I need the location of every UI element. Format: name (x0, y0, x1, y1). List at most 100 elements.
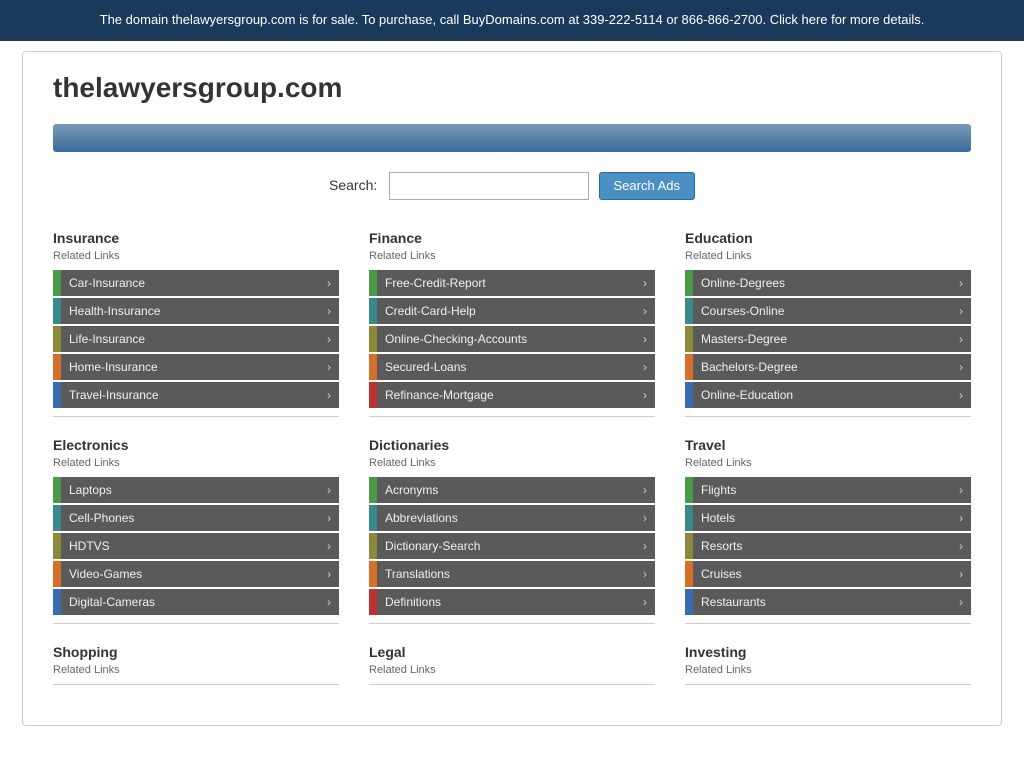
list-item[interactable]: Masters-Degree› (685, 326, 971, 352)
category-title-insurance: Insurance (53, 230, 339, 246)
link-arrow-icon: › (643, 567, 655, 581)
link-color-bar (53, 589, 61, 615)
category-title-legal: Legal (369, 644, 655, 660)
link-text: Courses-Online (693, 304, 959, 318)
link-color-bar (685, 270, 693, 296)
link-arrow-icon: › (327, 511, 339, 525)
list-item[interactable]: Cruises› (685, 561, 971, 587)
link-text: Restaurants (693, 595, 959, 609)
section-divider (53, 416, 339, 417)
related-links-label-investing: Related Links (685, 664, 971, 676)
category-section-travel: TravelRelated LinksFlights›Hotels›Resort… (685, 437, 971, 624)
list-item[interactable]: Abbreviations› (369, 505, 655, 531)
category-section-investing: InvestingRelated Links (685, 644, 971, 685)
link-color-bar (369, 270, 377, 296)
link-arrow-icon: › (643, 360, 655, 374)
link-color-bar (53, 477, 61, 503)
list-item[interactable]: Life-Insurance› (53, 326, 339, 352)
link-arrow-icon: › (327, 388, 339, 402)
section-divider (685, 684, 971, 685)
link-arrow-icon: › (327, 539, 339, 553)
list-item[interactable]: Restaurants› (685, 589, 971, 615)
related-links-label-finance: Related Links (369, 250, 655, 262)
list-item[interactable]: Dictionary-Search› (369, 533, 655, 559)
list-item[interactable]: Video-Games› (53, 561, 339, 587)
list-item[interactable]: Online-Education› (685, 382, 971, 408)
list-item[interactable]: Credit-Card-Help› (369, 298, 655, 324)
list-item[interactable]: Acronyms› (369, 477, 655, 503)
related-links-label-travel: Related Links (685, 457, 971, 469)
related-links-label-legal: Related Links (369, 664, 655, 676)
link-color-bar (369, 561, 377, 587)
section-divider (685, 416, 971, 417)
list-item[interactable]: Resorts› (685, 533, 971, 559)
link-text: Car-Insurance (61, 276, 327, 290)
category-title-shopping: Shopping (53, 644, 339, 660)
list-item[interactable]: Hotels› (685, 505, 971, 531)
category-title-finance: Finance (369, 230, 655, 246)
search-area: Search: Search Ads (53, 172, 971, 200)
link-color-bar (369, 533, 377, 559)
link-arrow-icon: › (327, 276, 339, 290)
link-arrow-icon: › (959, 332, 971, 346)
link-list-education: Online-Degrees›Courses-Online›Masters-De… (685, 270, 971, 408)
list-item[interactable]: Online-Checking-Accounts› (369, 326, 655, 352)
search-label: Search: (329, 177, 377, 193)
section-divider (369, 684, 655, 685)
link-arrow-icon: › (643, 483, 655, 497)
list-item[interactable]: Flights› (685, 477, 971, 503)
link-text: Online-Education (693, 388, 959, 402)
list-item[interactable]: Digital-Cameras› (53, 589, 339, 615)
list-item[interactable]: Refinance-Mortgage› (369, 382, 655, 408)
link-color-bar (53, 561, 61, 587)
link-arrow-icon: › (327, 567, 339, 581)
list-item[interactable]: Bachelors-Degree› (685, 354, 971, 380)
list-item[interactable]: Cell-Phones› (53, 505, 339, 531)
link-arrow-icon: › (959, 539, 971, 553)
link-color-bar (685, 382, 693, 408)
list-item[interactable]: Health-Insurance› (53, 298, 339, 324)
link-color-bar (369, 589, 377, 615)
list-item[interactable]: Online-Degrees› (685, 270, 971, 296)
link-text: Life-Insurance (61, 332, 327, 346)
link-text: Online-Checking-Accounts (377, 332, 643, 346)
link-color-bar (685, 326, 693, 352)
list-item[interactable]: Free-Credit-Report› (369, 270, 655, 296)
link-text: Laptops (61, 483, 327, 497)
link-color-bar (369, 354, 377, 380)
main-container: thelawyersgroup.com Search: Search Ads I… (22, 51, 1002, 726)
link-list-insurance: Car-Insurance›Health-Insurance›Life-Insu… (53, 270, 339, 408)
link-text: Acronyms (377, 483, 643, 497)
link-text: Masters-Degree (693, 332, 959, 346)
list-item[interactable]: Translations› (369, 561, 655, 587)
list-item[interactable]: Definitions› (369, 589, 655, 615)
section-divider (53, 684, 339, 685)
link-arrow-icon: › (643, 304, 655, 318)
link-color-bar (369, 298, 377, 324)
link-color-bar (369, 477, 377, 503)
category-section-legal: Legal Related Links (369, 644, 655, 685)
list-item[interactable]: Travel-Insurance› (53, 382, 339, 408)
link-arrow-icon: › (327, 360, 339, 374)
list-item[interactable]: Laptops› (53, 477, 339, 503)
search-input[interactable] (389, 172, 589, 200)
list-item[interactable]: Home-Insurance› (53, 354, 339, 380)
search-ads-button[interactable]: Search Ads (599, 172, 696, 200)
link-text: Hotels (693, 511, 959, 525)
list-item[interactable]: Courses-Online› (685, 298, 971, 324)
link-color-bar (369, 382, 377, 408)
link-color-bar (53, 270, 61, 296)
category-title-education: Education (685, 230, 971, 246)
list-item[interactable]: Secured-Loans› (369, 354, 655, 380)
category-section-education: EducationRelated LinksOnline-Degrees›Cou… (685, 230, 971, 417)
related-links-label-dictionaries: Related Links (369, 457, 655, 469)
category-section-shopping: ShoppingRelated Links (53, 644, 339, 685)
link-arrow-icon: › (643, 332, 655, 346)
link-text: Flights (693, 483, 959, 497)
list-item[interactable]: Car-Insurance› (53, 270, 339, 296)
list-item[interactable]: HDTVS› (53, 533, 339, 559)
link-color-bar (53, 354, 61, 380)
site-title: thelawyersgroup.com (53, 72, 971, 104)
link-color-bar (685, 589, 693, 615)
link-list-dictionaries: Acronyms›Abbreviations›Dictionary-Search… (369, 477, 655, 615)
